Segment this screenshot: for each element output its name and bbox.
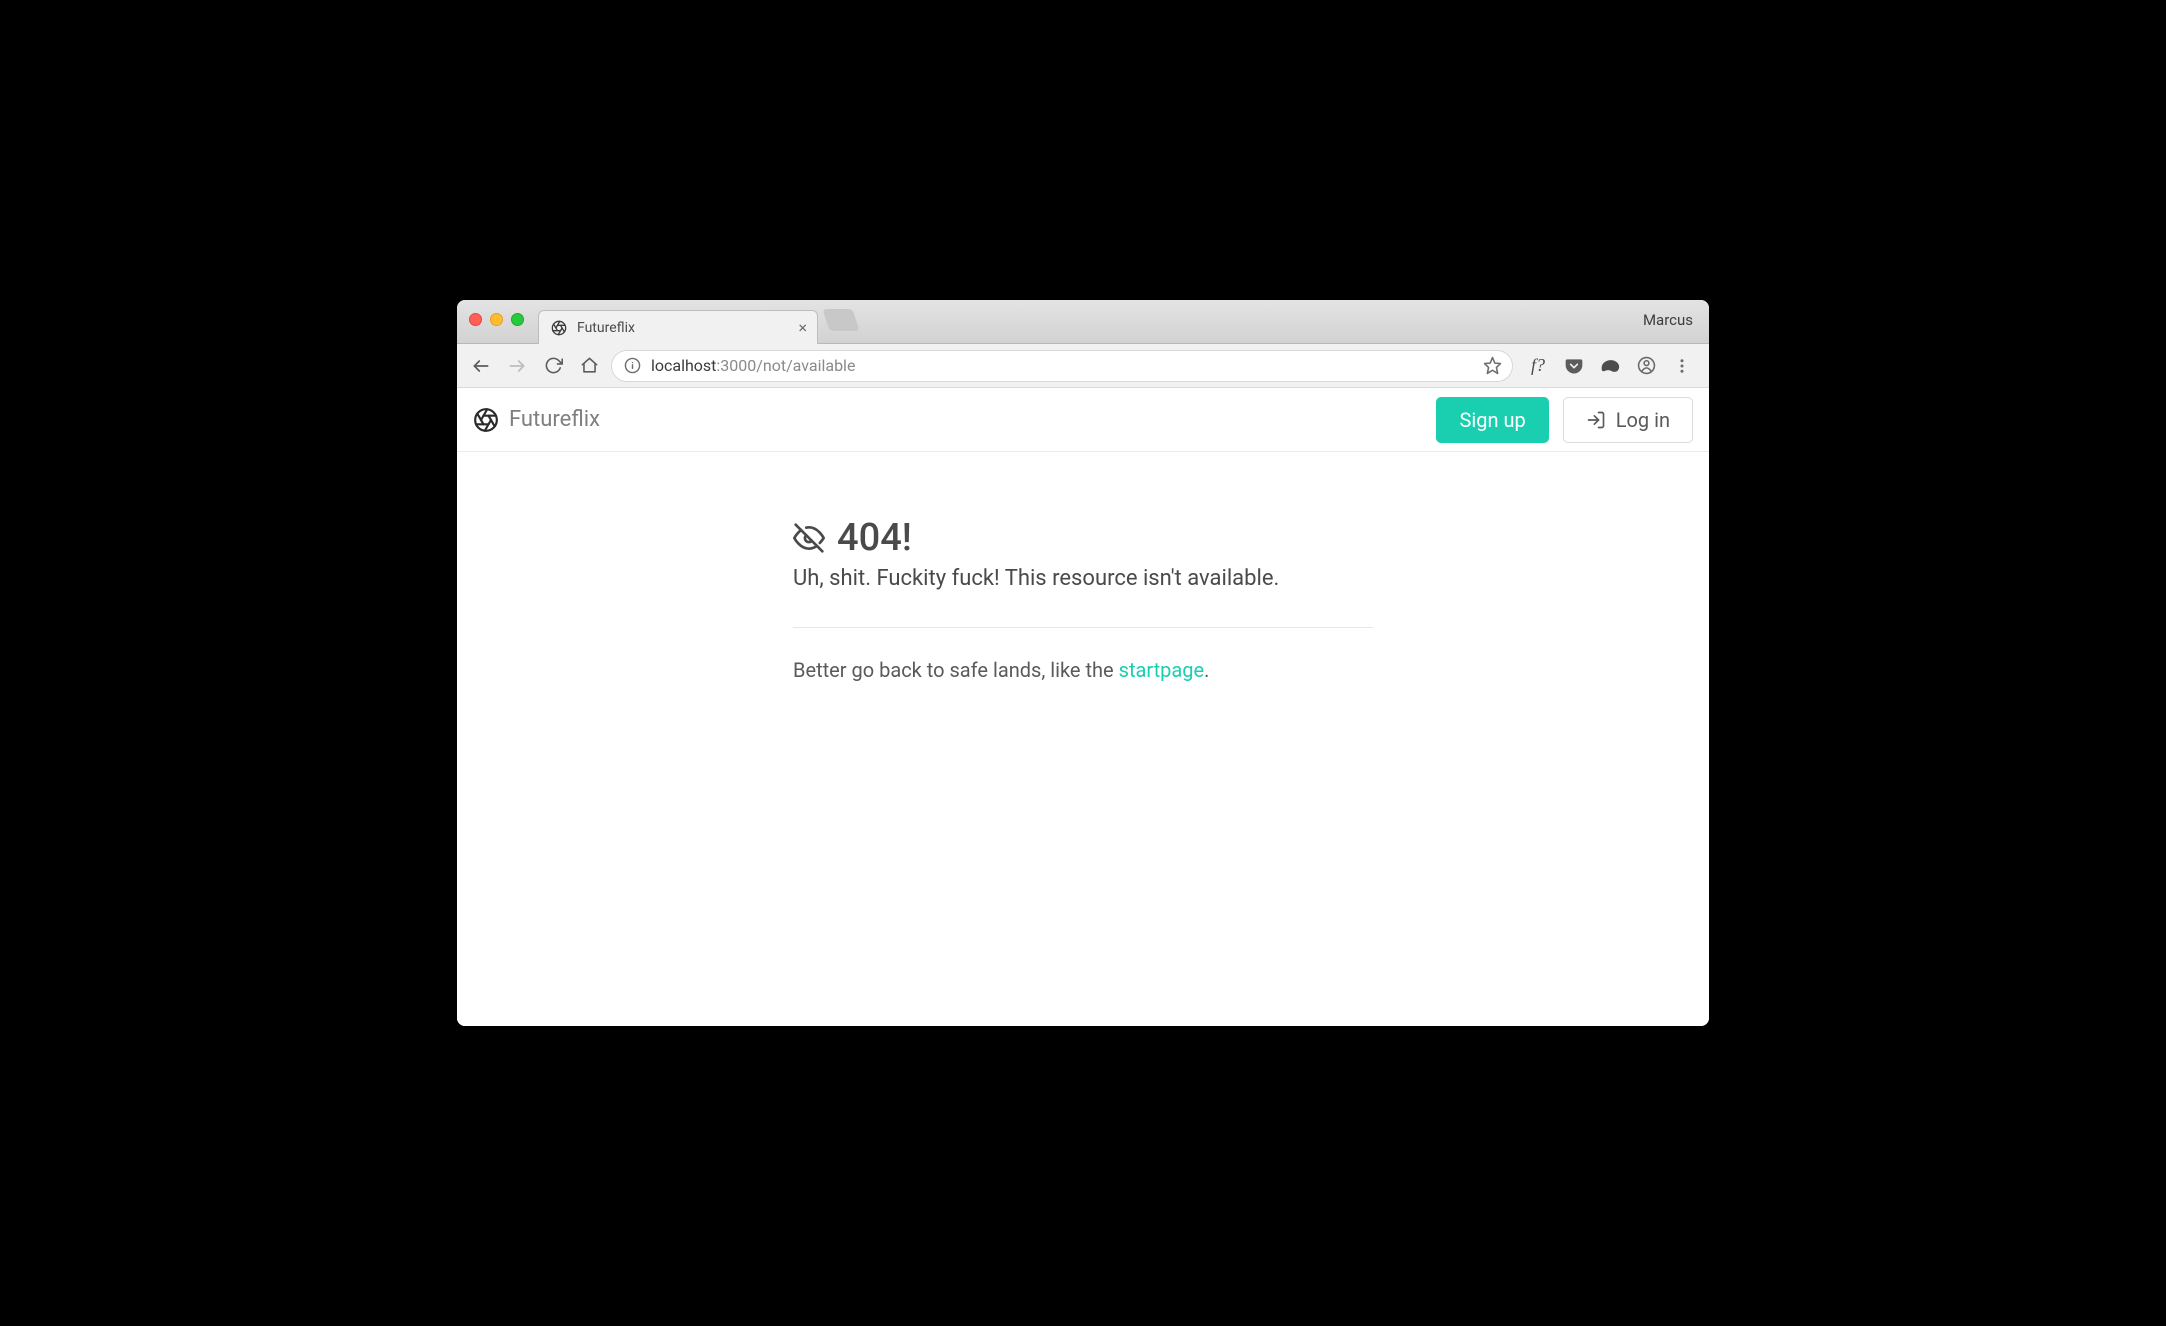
titlebar: Futureflix × Marcus: [457, 300, 1709, 344]
window-close-button[interactable]: [469, 313, 482, 326]
pocket-icon[interactable]: [1563, 355, 1585, 377]
address-bar[interactable]: localhost:3000/not/available: [611, 350, 1513, 382]
error-title: 404!: [837, 516, 912, 560]
extension-user-icon[interactable]: [1635, 355, 1657, 377]
nav-actions: Sign up Log in: [1436, 397, 1693, 443]
extension-fscript-icon[interactable]: f?: [1527, 355, 1549, 377]
aperture-icon: [551, 320, 567, 336]
new-tab-button[interactable]: [822, 309, 859, 331]
traffic-lights: [469, 313, 524, 326]
signup-label: Sign up: [1459, 408, 1525, 432]
profile-name[interactable]: Marcus: [1643, 311, 1699, 329]
hint-prefix: Better go back to safe lands, like the: [793, 658, 1119, 682]
browser-toolbar: localhost:3000/not/available f?: [457, 344, 1709, 388]
aperture-icon: [473, 407, 499, 433]
url-rest: :3000/not/available: [716, 356, 855, 375]
error-content: 404! Uh, shit. Fuckity fuck! This resour…: [793, 452, 1373, 682]
error-heading: 404!: [793, 516, 1373, 560]
browser-menu-icon[interactable]: [1671, 355, 1693, 377]
divider: [793, 627, 1373, 628]
signup-button[interactable]: Sign up: [1436, 397, 1548, 443]
window-maximize-button[interactable]: [511, 313, 524, 326]
brand-name: Futureflix: [509, 407, 600, 432]
url-text: localhost:3000/not/available: [651, 356, 855, 375]
startpage-link[interactable]: startpage: [1119, 658, 1205, 682]
login-label: Log in: [1616, 408, 1670, 432]
eye-off-icon: [793, 522, 825, 554]
browser-window: Futureflix × Marcus localhost:3000/not/a…: [457, 300, 1709, 1026]
extensions-group: f?: [1521, 355, 1699, 377]
back-button[interactable]: [467, 352, 495, 380]
url-host: localhost: [651, 356, 716, 375]
window-minimize-button[interactable]: [490, 313, 503, 326]
login-button[interactable]: Log in: [1563, 397, 1693, 443]
tab-title: Futureflix: [577, 320, 635, 336]
brand[interactable]: Futureflix: [473, 407, 600, 433]
bookmark-star-icon[interactable]: [1483, 356, 1502, 375]
site-navbar: Futureflix Sign up Log in: [457, 388, 1709, 452]
login-icon: [1586, 410, 1606, 430]
error-subtitle: Uh, shit. Fuckity fuck! This resource is…: [793, 566, 1373, 591]
home-button[interactable]: [575, 352, 603, 380]
extension-blob-icon[interactable]: [1599, 355, 1621, 377]
browser-tab[interactable]: Futureflix ×: [538, 310, 818, 344]
page-viewport: Futureflix Sign up Log in 404!: [457, 388, 1709, 1026]
tab-close-icon[interactable]: ×: [798, 320, 807, 336]
forward-button[interactable]: [503, 352, 531, 380]
hint-suffix: .: [1204, 658, 1209, 682]
reload-button[interactable]: [539, 352, 567, 380]
site-info-icon[interactable]: [624, 357, 641, 374]
error-hint: Better go back to safe lands, like the s…: [793, 658, 1373, 682]
